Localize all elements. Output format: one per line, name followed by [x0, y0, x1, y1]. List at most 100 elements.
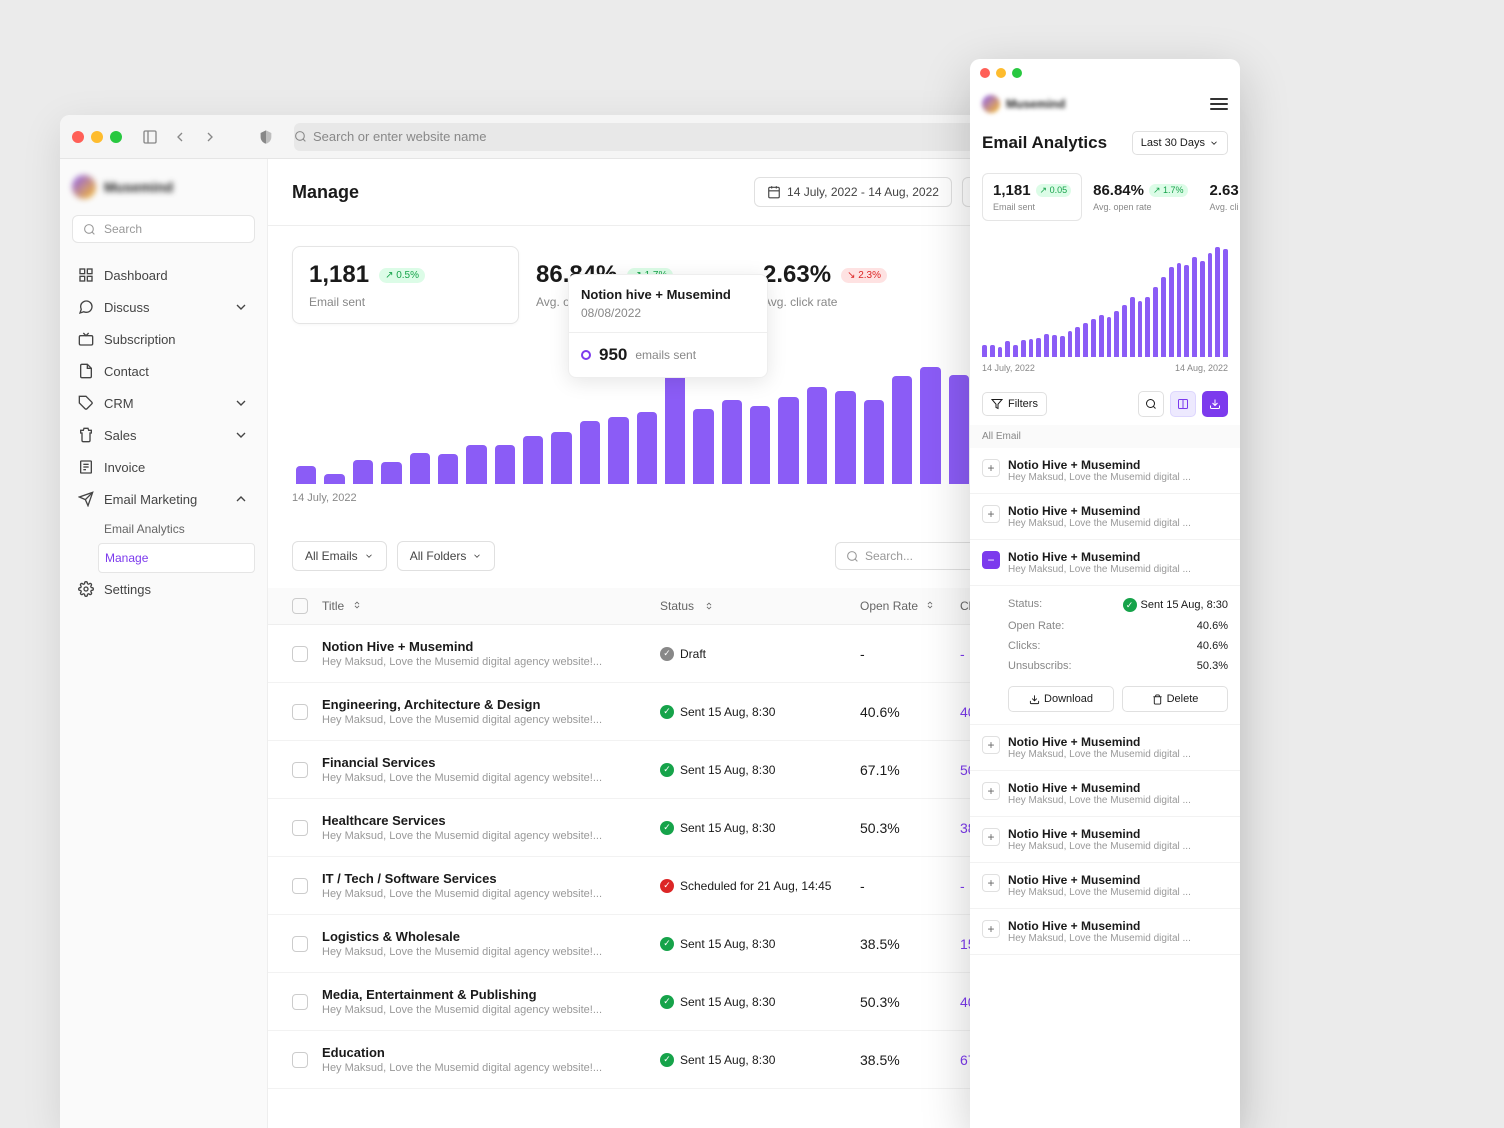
chart-bar[interactable]	[807, 387, 827, 485]
mobile-list-item[interactable]: + Notio Hive + Musemind Hey Maksud, Love…	[970, 817, 1240, 863]
expand-button[interactable]: +	[982, 828, 1000, 846]
chart-bar[interactable]	[982, 345, 987, 357]
row-checkbox[interactable]	[292, 994, 308, 1010]
chart-bar[interactable]	[1060, 336, 1065, 357]
chart-bar[interactable]	[1052, 335, 1057, 357]
row-checkbox[interactable]	[292, 1052, 308, 1068]
chart-bar[interactable]	[580, 421, 600, 484]
chart-bar[interactable]	[892, 376, 912, 484]
col-title-header[interactable]: Title	[322, 599, 660, 613]
shield-icon[interactable]	[258, 129, 274, 145]
chart-bar[interactable]	[1083, 323, 1088, 357]
sidebar-item-discuss[interactable]: Discuss	[72, 291, 255, 323]
chart-bar[interactable]	[551, 432, 571, 485]
minimize-window-icon[interactable]	[91, 131, 103, 143]
filter-emails-button[interactable]: All Emails	[292, 541, 387, 571]
mobile-stat-card[interactable]: 2.63Avg. cli	[1199, 173, 1240, 221]
expand-button[interactable]: +	[982, 505, 1000, 523]
expand-button[interactable]: +	[982, 874, 1000, 892]
sidebar-item-email-marketing[interactable]: Email Marketing	[72, 483, 255, 515]
col-status-header[interactable]: Status	[660, 599, 860, 613]
chart-bar[interactable]	[1122, 305, 1127, 357]
chart-bar[interactable]	[353, 460, 373, 484]
expand-button[interactable]: +	[982, 459, 1000, 477]
filters-button[interactable]: Filters	[982, 392, 1047, 416]
col-open-rate-header[interactable]: Open Rate	[860, 599, 960, 613]
date-range-button[interactable]: 14 July, 2022 - 14 Aug, 2022	[754, 177, 952, 207]
mobile-list-item[interactable]: − Notio Hive + Musemind Hey Maksud, Love…	[970, 540, 1240, 586]
chart-bar[interactable]	[296, 466, 316, 484]
chart-bar[interactable]	[495, 445, 515, 484]
chart-bar[interactable]	[949, 375, 969, 485]
stat-card[interactable]: 2.63%↘ 2.3%Avg. click rate	[746, 246, 973, 324]
row-checkbox[interactable]	[292, 762, 308, 778]
row-checkbox[interactable]	[292, 936, 308, 952]
mobile-list-item[interactable]: + Notio Hive + Musemind Hey Maksud, Love…	[970, 863, 1240, 909]
chart-bar[interactable]	[1223, 249, 1228, 357]
chart-bar[interactable]	[920, 367, 940, 484]
sidebar-item-manage[interactable]: Manage	[98, 543, 255, 573]
chart-bar[interactable]	[835, 391, 855, 484]
sidebar-item-crm[interactable]: CRM	[72, 387, 255, 419]
sidebar-item-email-analytics[interactable]: Email Analytics	[98, 515, 255, 543]
row-checkbox[interactable]	[292, 646, 308, 662]
sidebar-item-dashboard[interactable]: Dashboard	[72, 259, 255, 291]
chart-bar[interactable]	[324, 474, 344, 484]
sidebar-item-contact[interactable]: Contact	[72, 355, 255, 387]
chart-bar[interactable]	[1013, 345, 1018, 357]
chart-bar[interactable]	[1114, 311, 1119, 357]
mobile-list-item[interactable]: + Notio Hive + Musemind Hey Maksud, Love…	[970, 909, 1240, 955]
chart-bar[interactable]	[523, 436, 543, 484]
sidebar-item-sales[interactable]: Sales	[72, 419, 255, 451]
sidebar-toggle-icon[interactable]	[142, 129, 158, 145]
minimize-window-icon[interactable]	[996, 68, 1006, 78]
chart-bar[interactable]	[750, 406, 770, 484]
mobile-list-item[interactable]: + Notio Hive + Musemind Hey Maksud, Love…	[970, 725, 1240, 771]
mobile-list-item[interactable]: + Notio Hive + Musemind Hey Maksud, Love…	[970, 494, 1240, 540]
close-window-icon[interactable]	[980, 68, 990, 78]
forward-icon[interactable]	[202, 129, 218, 145]
menu-icon[interactable]	[1210, 95, 1228, 113]
chart-bar[interactable]	[1145, 297, 1150, 357]
chart-bar[interactable]	[1107, 317, 1112, 357]
chart-bar[interactable]	[1075, 327, 1080, 357]
chart-bar[interactable]	[466, 445, 486, 484]
expand-button[interactable]: −	[982, 551, 1000, 569]
expand-button[interactable]: +	[982, 736, 1000, 754]
expand-button[interactable]: +	[982, 782, 1000, 800]
chart-bar[interactable]	[998, 347, 1003, 357]
maximize-window-icon[interactable]	[1012, 68, 1022, 78]
chart-bar[interactable]	[1161, 277, 1166, 357]
chart-bar[interactable]	[1044, 334, 1049, 357]
chart-bar[interactable]	[990, 345, 995, 357]
row-checkbox[interactable]	[292, 878, 308, 894]
chart-bar[interactable]	[608, 417, 628, 485]
chart-bar[interactable]	[410, 453, 430, 485]
download-button[interactable]: Download	[1008, 686, 1114, 712]
select-all-checkbox[interactable]	[292, 598, 308, 614]
sidebar-item-invoice[interactable]: Invoice	[72, 451, 255, 483]
chart-bar[interactable]	[1215, 247, 1220, 357]
chart-bar[interactable]	[693, 409, 713, 484]
delete-button[interactable]: Delete	[1122, 686, 1228, 712]
chart-bar[interactable]	[1184, 265, 1189, 357]
chart-bar[interactable]	[1021, 340, 1026, 357]
chart-bar[interactable]	[1169, 267, 1174, 357]
stat-card[interactable]: 1,181↗ 0.5%Email sent	[292, 246, 519, 324]
date-filter-button[interactable]: Last 30 Days	[1132, 131, 1228, 155]
chart-bar[interactable]	[1138, 301, 1143, 357]
maximize-window-icon[interactable]	[110, 131, 122, 143]
sidebar-item-settings[interactable]: Settings	[72, 573, 255, 605]
chart-bar[interactable]	[1208, 253, 1213, 357]
chart-bar[interactable]	[1200, 261, 1205, 357]
chart-bar[interactable]	[1068, 331, 1073, 357]
sidebar-search[interactable]: Search	[72, 215, 255, 243]
close-window-icon[interactable]	[72, 131, 84, 143]
mobile-stat-card[interactable]: 86.84%↗ 1.7%Avg. open rate	[1082, 173, 1198, 221]
chart-bar[interactable]	[1099, 315, 1104, 357]
chart-bar[interactable]	[1177, 263, 1182, 357]
expand-button[interactable]: +	[982, 920, 1000, 938]
chart-bar[interactable]	[1029, 339, 1034, 357]
row-checkbox[interactable]	[292, 704, 308, 720]
mobile-stat-card[interactable]: 1,181↗ 0.05Email sent	[982, 173, 1082, 221]
